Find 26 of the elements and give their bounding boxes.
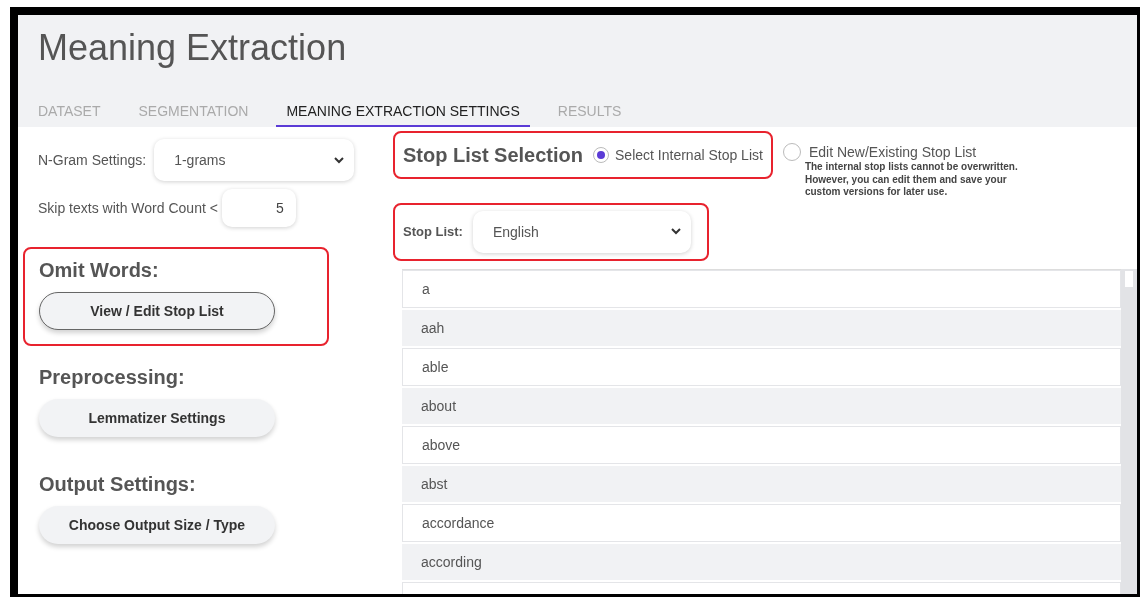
list-row[interactable]: a [402,269,1121,308]
section-heading: Omit Words: [39,259,160,282]
section-heading: Stop List Selection [403,143,584,167]
list-row[interactable]: able [402,347,1121,386]
info-note: The internal stop lists cannot be overwritten. However, you can edit them and save your custom versions for later use. [804,161,1019,199]
list-row[interactable]: abst [402,465,1121,502]
tab[interactable]: MEANING EXTRACTION SETTINGS [276,97,530,127]
settings-button[interactable]: Choose Output Size / Type [39,506,275,544]
field-label: Stop List: [403,224,463,239]
list-row[interactable]: accordance [402,503,1121,542]
section-heading: Preprocessing: [39,366,186,389]
list-row[interactable]: according [402,543,1121,580]
ngram-select[interactable]: 1-grams [154,139,355,181]
list-row[interactable]: aah [402,309,1121,346]
radio-option[interactable]: Select Internal Stop List [593,147,763,163]
field-label: N-Gram Settings: [38,152,147,168]
field-label: Skip texts with Word Count < [38,200,218,216]
list-row[interactable]: about [402,387,1121,424]
word-count-field[interactable]: 5 [221,189,296,227]
section-heading: Output Settings: [39,473,197,496]
radio-option[interactable]: Edit New/Existing Stop List [782,143,1045,161]
page-title: Meaning Extraction [38,27,348,70]
settings-button[interactable]: Lemmatizer Settings [39,399,275,437]
list-row[interactable]: above [402,425,1121,464]
settings-button[interactable]: View / Edit Stop List [39,292,275,330]
stop-list-select[interactable]: English [472,210,691,253]
